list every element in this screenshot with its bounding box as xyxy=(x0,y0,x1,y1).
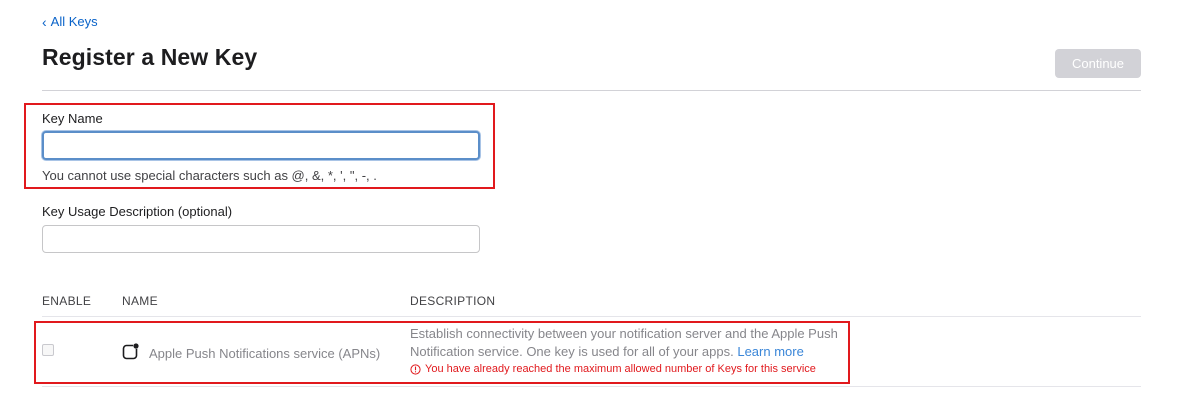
service-description: Establish connectivity between your noti… xyxy=(410,325,850,361)
all-keys-link[interactable]: ‹ All Keys xyxy=(42,14,98,29)
service-description-line-1: Establish connectivity between your noti… xyxy=(410,326,838,341)
header-divider xyxy=(42,90,1141,91)
key-description-input[interactable] xyxy=(42,225,480,253)
column-header-description: DESCRIPTION xyxy=(410,294,496,308)
key-name-hint: You cannot use special characters such a… xyxy=(42,168,377,183)
notification-badge-icon xyxy=(122,343,139,360)
column-header-enable: ENABLE xyxy=(42,294,92,308)
key-name-label: Key Name xyxy=(42,111,103,126)
service-description-line-2: Notification service. One key is used fo… xyxy=(410,344,734,359)
key-name-input[interactable] xyxy=(42,131,480,160)
service-name: Apple Push Notifications service (APNs) xyxy=(149,346,381,361)
alert-circle-icon xyxy=(410,363,421,375)
key-description-label: Key Usage Description (optional) xyxy=(42,204,233,219)
table-row-divider xyxy=(42,386,1141,387)
continue-button[interactable]: Continue xyxy=(1055,49,1141,78)
learn-more-link[interactable]: Learn more xyxy=(737,344,803,359)
service-warning: You have already reached the maximum all… xyxy=(410,363,816,375)
service-warning-text: You have already reached the maximum all… xyxy=(425,363,816,375)
all-keys-label: All Keys xyxy=(50,14,98,29)
column-header-name: NAME xyxy=(122,294,158,308)
table-header-divider xyxy=(42,316,1141,317)
chevron-left-icon: ‹ xyxy=(42,13,47,30)
page-title: Register a New Key xyxy=(42,44,258,70)
enable-checkbox[interactable] xyxy=(42,344,54,356)
